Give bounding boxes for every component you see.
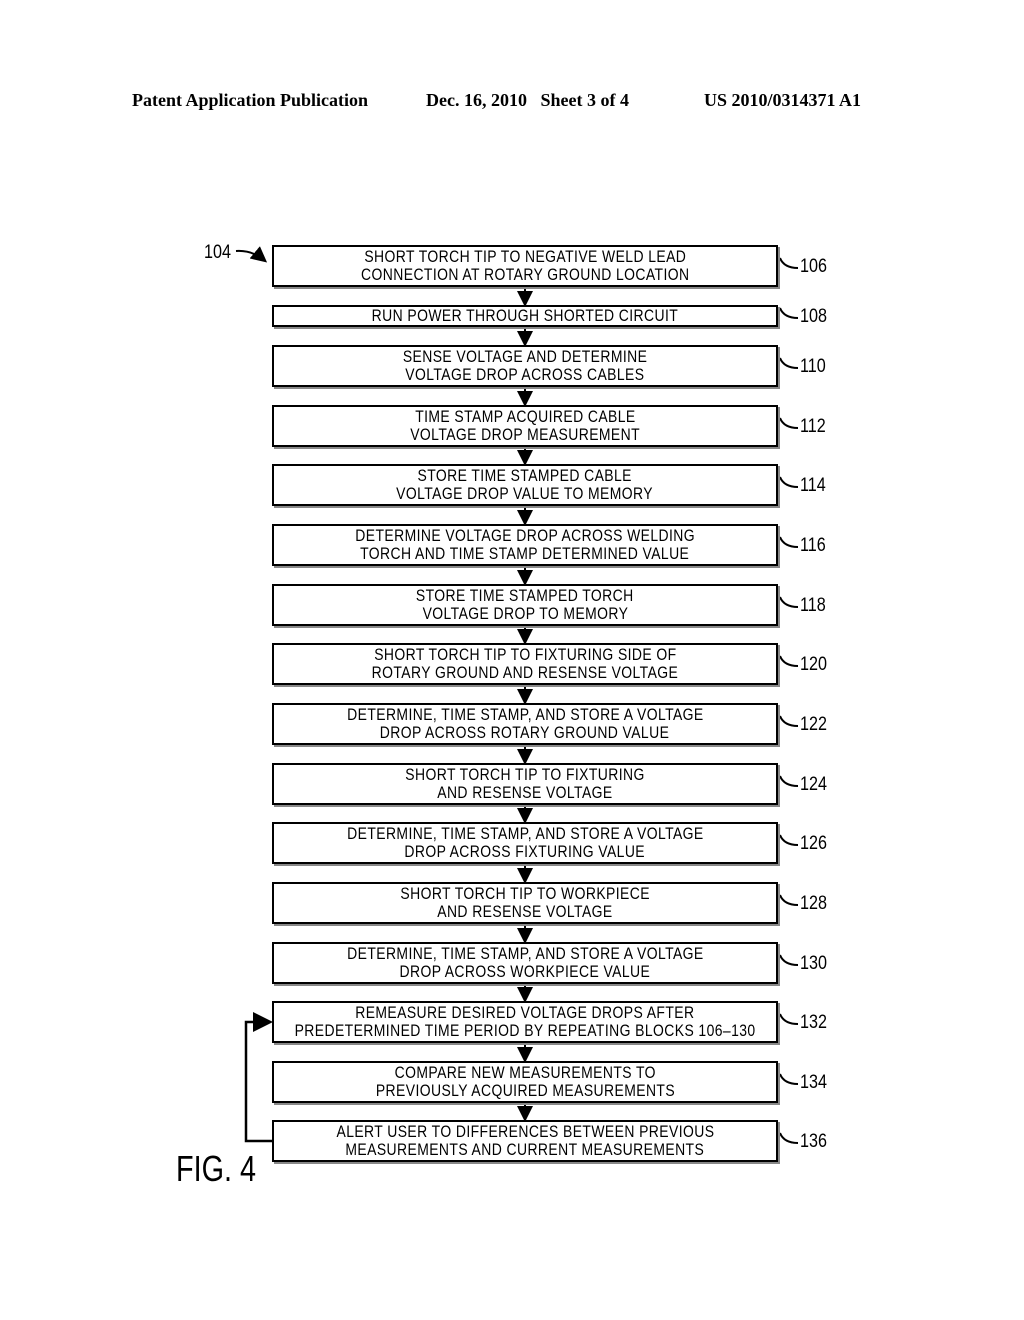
leader-line [779,417,799,429]
step-text-line: AND RESENSE VOLTAGE [437,902,613,921]
step-box-132: REMEASURE DESIRED VOLTAGE DROPS AFTER PRE… [272,1001,778,1043]
step-box-112: TIME STAMP ACQUIRED CABLE VOLTAGE DROP ME… [272,405,778,447]
step-text-line: DROP ACROSS ROTARY GROUND VALUE [380,723,670,742]
step-ref-120: 120 [800,654,827,675]
step-ref-122: 122 [800,714,827,735]
step-text-line: VOLTAGE DROP MEASUREMENT [410,425,640,444]
step-text-line: PREVIOUSLY ACQUIRED MEASUREMENTS [375,1081,675,1100]
step-text-line: SHORT TORCH TIP TO FIXTURING SIDE OF [373,645,677,664]
step-text-line: VOLTAGE DROP VALUE TO MEMORY [396,484,654,503]
label-pointer-arrow [235,246,268,263]
step-ref-132: 132 [800,1012,827,1033]
step-box-134: COMPARE NEW MEASUREMENTS TO PREVIOUSLY AC… [272,1061,778,1103]
leader-line [779,894,799,906]
leader-line [779,775,799,787]
step-text-line: VOLTAGE DROP TO MEMORY [422,604,628,623]
step-text-line: DETERMINE, TIME STAMP, AND STORE A VOLTA… [346,824,704,843]
step-box-114: STORE TIME STAMPED CABLE VOLTAGE DROP VAL… [272,464,778,506]
loop-back-arrow [244,1012,273,1143]
step-box-128: SHORT TORCH TIP TO WORKPIECE AND RESENSE … [272,882,778,924]
step-text-line: DETERMINE, TIME STAMP, AND STORE A VOLTA… [346,705,704,724]
step-text-line: MEASUREMENTS AND CURRENT MEASUREMENTS [345,1140,705,1159]
step-ref-106: 106 [800,256,827,277]
step-text-line: PREDETERMINED TIME PERIOD BY REPEATING B… [294,1021,756,1040]
step-ref-112: 112 [800,416,826,437]
step-text-line: DETERMINE, TIME STAMP, AND STORE A VOLTA… [346,944,704,963]
step-text-line: ALERT USER TO DIFFERENCES BETWEEN PREVIO… [336,1122,714,1141]
step-text-line: COMPARE NEW MEASUREMENTS TO [394,1063,656,1082]
step-ref-128: 128 [800,893,827,914]
step-text-line: SENSE VOLTAGE AND DETERMINE [402,347,648,366]
step-text-line: DROP ACROSS WORKPIECE VALUE [399,962,651,981]
step-text-line: DETERMINE VOLTAGE DROP ACROSS WELDING [355,526,695,545]
step-ref-134: 134 [800,1072,827,1093]
step-text-line: AND RESENSE VOLTAGE [437,783,613,802]
step-text-line: TIME STAMP ACQUIRED CABLE [414,407,636,426]
step-ref-126: 126 [800,833,827,854]
leader-line [779,307,799,319]
leader-line [779,257,799,269]
step-box-108: RUN POWER THROUGH SHORTED CIRCUIT [272,305,778,327]
step-text-line: TORCH AND TIME STAMP DETERMINED VALUE [360,544,690,563]
step-box-136: ALERT USER TO DIFFERENCES BETWEEN PREVIO… [272,1120,778,1162]
leader-line [779,596,799,608]
step-text-line: RUN POWER THROUGH SHORTED CIRCUIT [371,306,679,325]
step-box-130: DETERMINE, TIME STAMP, AND STORE A VOLTA… [272,942,778,984]
step-ref-110: 110 [800,356,826,377]
step-text-line: SHORT TORCH TIP TO FIXTURING [405,765,645,784]
step-text-line: REMEASURE DESIRED VOLTAGE DROPS AFTER [355,1003,695,1022]
step-text-line: VOLTAGE DROP ACROSS CABLES [405,365,645,384]
leader-line [779,1132,799,1144]
leader-line [779,536,799,548]
step-box-120: SHORT TORCH TIP TO FIXTURING SIDE OF ROTA… [272,643,778,685]
figure-label: FIG. 4 [176,1148,257,1189]
step-ref-136: 136 [800,1131,827,1152]
leader-line [779,715,799,727]
step-text-line: DROP ACROSS FIXTURING VALUE [404,842,646,861]
step-ref-124: 124 [800,774,827,795]
leader-line [779,1013,799,1025]
step-ref-118: 118 [800,595,826,616]
step-box-122: DETERMINE, TIME STAMP, AND STORE A VOLTA… [272,703,778,745]
step-box-126: DETERMINE, TIME STAMP, AND STORE A VOLTA… [272,822,778,864]
leader-line [779,1073,799,1085]
step-ref-114: 114 [800,475,826,496]
step-box-110: SENSE VOLTAGE AND DETERMINE VOLTAGE DROP … [272,345,778,387]
step-ref-116: 116 [800,535,826,556]
leader-line [779,476,799,488]
step-box-106: SHORT TORCH TIP TO NEGATIVE WELD LEAD CON… [272,245,778,287]
step-text-line: STORE TIME STAMPED CABLE [417,466,633,485]
step-box-124: SHORT TORCH TIP TO FIXTURING AND RESENSE … [272,763,778,805]
step-box-118: STORE TIME STAMPED TORCH VOLTAGE DROP TO … [272,584,778,626]
leader-line [779,834,799,846]
step-text-line: SHORT TORCH TIP TO NEGATIVE WELD LEAD [364,247,686,266]
step-ref-108: 108 [800,306,827,327]
step-text-line: CONNECTION AT ROTARY GROUND LOCATION [360,265,690,284]
leader-line [779,655,799,667]
step-text-line: STORE TIME STAMPED TORCH [416,586,634,605]
leader-line [779,954,799,966]
step-ref-130: 130 [800,953,827,974]
step-box-116: DETERMINE VOLTAGE DROP ACROSS WELDING TOR… [272,524,778,566]
step-text-line: ROTARY GROUND AND RESENSE VOLTAGE [371,663,679,682]
leader-line [779,357,799,369]
step-text-line: SHORT TORCH TIP TO WORKPIECE [400,884,650,903]
